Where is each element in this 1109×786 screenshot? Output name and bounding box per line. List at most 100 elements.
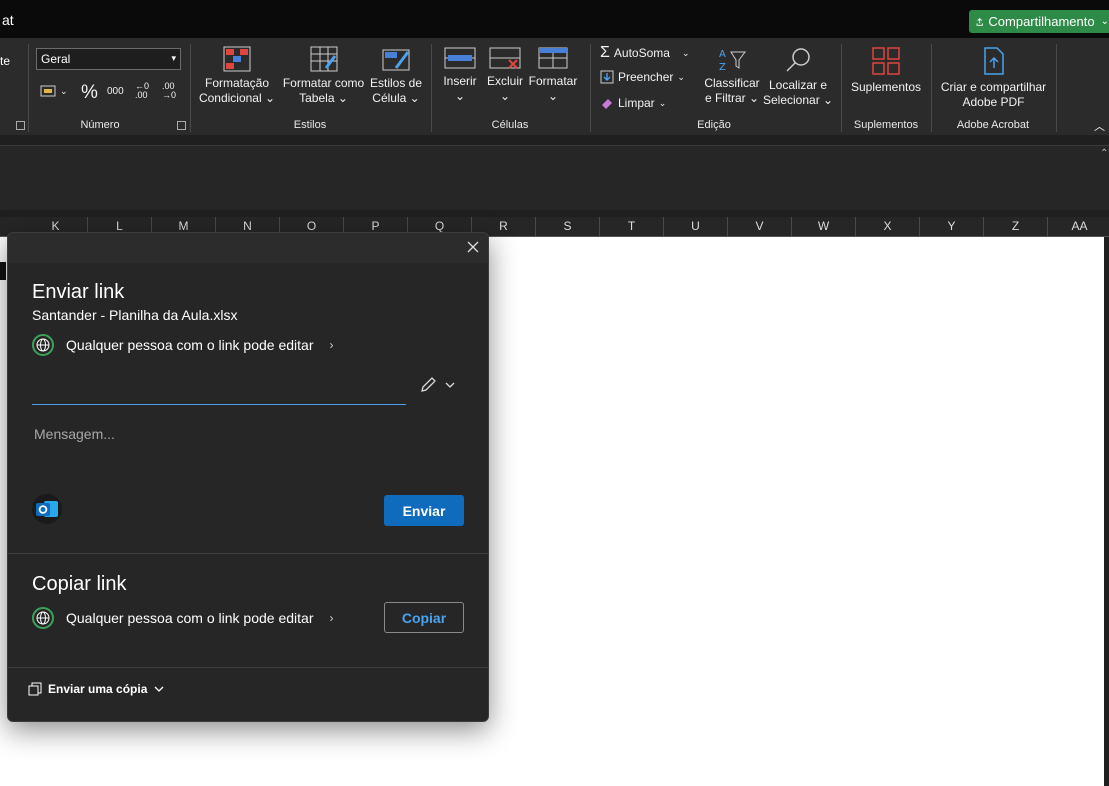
fill-down-icon bbox=[600, 70, 614, 84]
format-cells-button[interactable]: Formatar ⌄ bbox=[528, 46, 578, 104]
cell-styles-button[interactable]: Estilos de Célula ⌄ bbox=[368, 46, 424, 106]
column-header[interactable]: V bbox=[728, 217, 792, 236]
chevron-down-icon[interactable] bbox=[444, 379, 456, 391]
delete-cells-icon bbox=[489, 47, 521, 69]
ribbon-separator bbox=[28, 44, 29, 132]
ribbon-gap bbox=[0, 135, 1109, 145]
delete-cells-label: Excluir ⌄ bbox=[486, 74, 523, 103]
outlook-icon[interactable] bbox=[32, 494, 62, 524]
send-link-title: Enviar link bbox=[32, 281, 125, 303]
find-select-button[interactable]: Localizar e Selecionar ⌄ bbox=[763, 46, 833, 108]
ribbon-separator bbox=[1056, 44, 1057, 132]
decrease-decimal-button[interactable]: .00 →0 bbox=[162, 82, 176, 100]
title-bar: at Compartilhamento ⌄ bbox=[0, 0, 1109, 38]
group-label-estilos: Estilos bbox=[293, 119, 327, 131]
accounting-format-button[interactable]: ⌄ bbox=[40, 85, 68, 97]
format-as-table-button[interactable]: Formatar como Tabela ⌄ bbox=[281, 46, 366, 106]
conditional-formatting-button[interactable]: Formatação Condicional ⌄ bbox=[198, 46, 276, 106]
share-icon bbox=[976, 17, 983, 26]
format-as-table-icon bbox=[310, 46, 337, 72]
chevron-right-icon: › bbox=[329, 338, 334, 352]
link-permission-label: Qualquer pessoa com o link pode editar bbox=[66, 337, 314, 353]
message-input[interactable] bbox=[32, 418, 456, 450]
number-format-value: Geral bbox=[41, 52, 71, 66]
sort-filter-icon: AZ bbox=[719, 49, 746, 72]
group-label-adobe: Adobe Acrobat bbox=[956, 119, 1030, 131]
copy-link-permission-setting[interactable]: Qualquer pessoa com o link pode editar › bbox=[32, 607, 333, 629]
autosum-button[interactable]: Σ AutoSoma ⌄ bbox=[600, 44, 689, 62]
column-header[interactable]: Z bbox=[984, 217, 1048, 236]
dialog-launcher-icon[interactable] bbox=[177, 121, 186, 130]
sort-filter-button[interactable]: AZ Classificar e Filtrar ⌄ bbox=[703, 46, 761, 106]
group-label-celulas: Células bbox=[491, 119, 529, 131]
add-ins-icon bbox=[872, 47, 900, 75]
create-pdf-button[interactable]: Criar e compartilhar Adobe PDF bbox=[936, 46, 1051, 110]
send-button[interactable]: Enviar bbox=[384, 495, 464, 526]
fill-button[interactable]: Preencher ⌄ bbox=[600, 70, 685, 84]
chevron-down-icon: ⌄ bbox=[1100, 16, 1109, 27]
section-divider bbox=[8, 553, 488, 554]
svg-text:A: A bbox=[719, 49, 726, 60]
add-ins-button[interactable]: Suplementos bbox=[846, 46, 926, 95]
format-cells-label: Formatar ⌄ bbox=[528, 74, 578, 103]
number-format-select[interactable]: Geral ▾ bbox=[36, 48, 181, 70]
group-label-numero: Número bbox=[80, 119, 120, 131]
cell-styles-label: Estilos de Célula ⌄ bbox=[369, 76, 423, 105]
ribbon-separator bbox=[931, 44, 932, 132]
conditional-formatting-label: Formatação Condicional ⌄ bbox=[198, 76, 276, 105]
find-select-label: Localizar e Selecionar ⌄ bbox=[763, 78, 834, 107]
vertical-scrollbar[interactable] bbox=[1104, 237, 1109, 786]
autosum-label: AutoSoma bbox=[613, 46, 670, 60]
insert-cells-button[interactable]: Inserir ⌄ bbox=[440, 46, 480, 104]
conditional-formatting-icon bbox=[223, 46, 251, 72]
magnifier-icon bbox=[786, 48, 810, 72]
row-marker bbox=[0, 262, 6, 280]
globe-icon bbox=[32, 334, 54, 356]
create-pdf-label: Criar e compartilhar Adobe PDF bbox=[940, 80, 1047, 109]
dialog-launcher-icon[interactable] bbox=[16, 121, 25, 130]
increase-decimal-button[interactable]: ←0 .00 bbox=[135, 82, 149, 100]
clear-button[interactable]: Limpar ⌄ bbox=[600, 96, 666, 110]
column-header[interactable]: Y bbox=[920, 217, 984, 236]
format-cells-icon bbox=[538, 47, 568, 69]
column-header[interactable]: AA bbox=[1048, 217, 1109, 236]
copy-button[interactable]: Copiar bbox=[384, 602, 464, 633]
copy-link-title: Copiar link bbox=[32, 573, 127, 595]
ribbon-separator bbox=[190, 44, 191, 132]
globe-icon bbox=[32, 607, 54, 629]
sort-filter-label: Classificar e Filtrar ⌄ bbox=[704, 76, 760, 105]
close-icon[interactable] bbox=[466, 240, 480, 254]
insert-cells-icon bbox=[444, 47, 476, 69]
chevron-down-icon: ⌄ bbox=[681, 47, 690, 58]
column-header[interactable]: T bbox=[600, 217, 664, 236]
group-label-suplementos: Suplementos bbox=[853, 119, 919, 131]
copy-icon bbox=[28, 682, 42, 696]
svg-text:Z: Z bbox=[719, 62, 726, 72]
percent-style-button[interactable]: % bbox=[81, 82, 98, 104]
ribbon-left-fragment: te bbox=[0, 54, 11, 68]
cell-styles-icon bbox=[382, 49, 410, 71]
window-title: at bbox=[2, 12, 14, 28]
ribbon-separator bbox=[431, 44, 432, 132]
link-permission-setting[interactable]: Qualquer pessoa com o link pode editar › bbox=[32, 334, 333, 356]
chevron-right-icon: › bbox=[329, 611, 334, 625]
column-header[interactable]: X bbox=[856, 217, 920, 236]
send-copy-button[interactable]: Enviar uma cópia bbox=[28, 682, 165, 696]
column-header[interactable]: U bbox=[664, 217, 728, 236]
recipient-input[interactable] bbox=[32, 372, 406, 405]
chevron-down-icon: ⌄ bbox=[658, 97, 667, 108]
collapse-ribbon-icon[interactable]: ︿ bbox=[1094, 118, 1105, 134]
column-header[interactable]: W bbox=[792, 217, 856, 236]
expand-icon[interactable]: ⌃ bbox=[1100, 148, 1108, 159]
pencil-icon[interactable] bbox=[418, 375, 438, 395]
column-header[interactable]: S bbox=[536, 217, 600, 236]
formula-bar-area[interactable]: ⌃ bbox=[0, 145, 1109, 210]
share-button-label: Compartilhamento bbox=[988, 14, 1095, 29]
delete-cells-button[interactable]: Excluir ⌄ bbox=[485, 46, 525, 104]
group-label-edicao: Edição bbox=[697, 119, 731, 131]
share-button[interactable]: Compartilhamento ⌄ bbox=[969, 10, 1109, 33]
eraser-icon bbox=[602, 99, 612, 109]
sigma-icon: Σ bbox=[600, 44, 610, 61]
insert-cells-label: Inserir ⌄ bbox=[443, 74, 477, 103]
comma-style-button[interactable]: 000 bbox=[107, 86, 124, 97]
